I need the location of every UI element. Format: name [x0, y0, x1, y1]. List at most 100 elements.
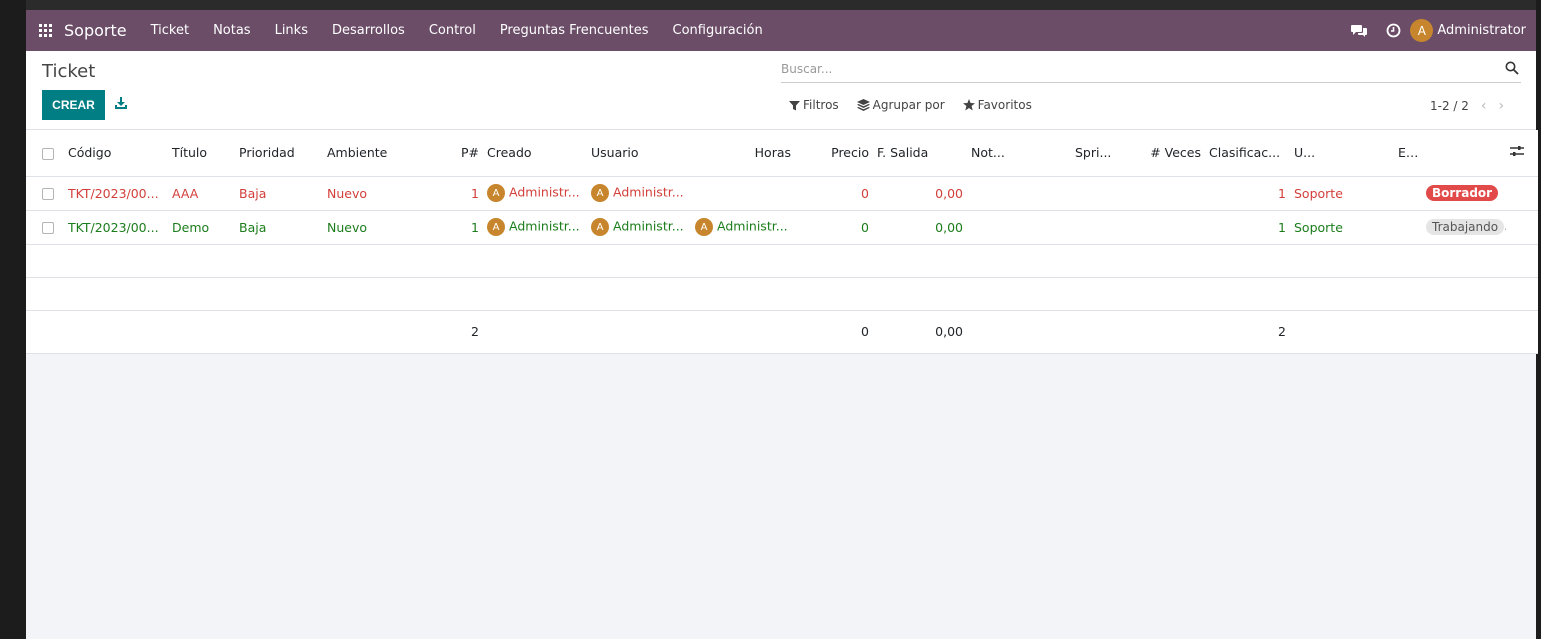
apps-menu-icon[interactable] — [26, 10, 64, 51]
search-box — [781, 57, 1521, 83]
cell-usuario: A Administr... — [587, 176, 691, 211]
cell-precio: 0,00 — [873, 210, 967, 245]
menu-control[interactable]: Control — [417, 10, 488, 51]
filter-icon — [789, 100, 800, 110]
cell-p: 1 — [403, 210, 483, 245]
cell-salida — [967, 176, 1071, 211]
menu-ticket[interactable]: Ticket — [139, 10, 201, 51]
select-all-checkbox[interactable] — [42, 147, 54, 160]
cell-estado: Trabajando — [1422, 210, 1506, 245]
cell-estado: Borrador — [1422, 176, 1506, 211]
menu-preguntas-frecuentes[interactable]: Preguntas Frencuentes — [488, 10, 661, 51]
search-icon[interactable] — [1505, 61, 1521, 77]
total-veces: 2 — [1205, 310, 1290, 354]
cell-sprint — [1138, 176, 1205, 211]
table-header-row: Código Título Prioridad Ambiente P# Crea… — [26, 130, 1538, 177]
breadcrumb: Ticket — [42, 61, 96, 82]
creado-name: Administr... — [509, 218, 580, 234]
usuario-name: Administr... — [613, 218, 684, 234]
user-menu[interactable]: A Administrator — [1410, 19, 1536, 42]
empty-row — [26, 244, 1538, 278]
ticket-table: Código Título Prioridad Ambiente P# Crea… — [26, 130, 1538, 354]
cell-creado: A Administr... — [483, 176, 587, 211]
col-veces[interactable]: # Veces — [1138, 130, 1205, 177]
col-prioridad[interactable]: Prioridad — [235, 130, 323, 177]
cell-horas: 0 — [795, 210, 873, 245]
control-panel: Ticket CREAR Filtros Agrupar por Favorit… — [26, 51, 1536, 130]
cell-precio: 0,00 — [873, 176, 967, 211]
col-codigo[interactable]: Código — [64, 130, 168, 177]
status-badge: Trabajando — [1426, 219, 1505, 235]
pager: 1-2 / 2 ‹ › — [1430, 98, 1504, 114]
table-row[interactable]: TKT/2023/00... AAA Baja Nuevo 1 A Administr...… — [26, 176, 1538, 211]
window-top-bar — [0, 0, 1541, 10]
row-checkbox[interactable] — [42, 222, 54, 234]
col-salida[interactable]: F. Salida — [873, 130, 967, 177]
total-p: 2 — [403, 310, 483, 354]
col-p[interactable]: P# — [403, 130, 483, 177]
search-options: Filtros Agrupar por Favoritos — [789, 98, 1050, 112]
avatar: A — [591, 218, 609, 236]
messages-icon[interactable] — [1342, 10, 1376, 51]
col-ambiente[interactable]: Ambiente — [323, 130, 403, 177]
cell-titulo: Demo — [168, 210, 235, 245]
pager-previous-icon[interactable]: ‹ — [1481, 98, 1487, 114]
table-row[interactable]: TKT/2023/00... Demo Baja Nuevo 1 A Administr..… — [26, 210, 1538, 245]
col-horas[interactable]: Horas — [691, 130, 795, 177]
list-view: Código Título Prioridad Ambiente P# Crea… — [26, 130, 1538, 639]
cell-prioridad: Baja — [235, 176, 323, 211]
group-by-button[interactable]: Agrupar por — [856, 98, 945, 112]
filters-button[interactable]: Filtros — [789, 98, 839, 112]
search-input[interactable] — [781, 57, 1481, 81]
cell-asignado — [691, 176, 795, 211]
menu-links[interactable]: Links — [263, 10, 320, 51]
row-checkbox[interactable] — [42, 188, 54, 200]
download-icon[interactable] — [114, 96, 128, 112]
cell-u — [1394, 210, 1422, 245]
col-u[interactable]: U... — [1290, 130, 1394, 177]
avatar: A — [695, 218, 713, 236]
app-brand[interactable]: Soporte — [64, 21, 127, 40]
col-usuario[interactable]: Usuario — [587, 130, 691, 177]
col-titulo[interactable]: Título — [168, 130, 235, 177]
cell-usuario: A Administr... — [587, 210, 691, 245]
sliders-icon — [1510, 146, 1524, 157]
create-button[interactable]: CREAR — [42, 90, 105, 120]
cell-creado: A Administr... — [483, 210, 587, 245]
navbar-systray: A Administrator — [1342, 10, 1536, 51]
optional-columns-toggle[interactable] — [1506, 130, 1538, 177]
cell-asignado: A Administr... — [691, 210, 795, 245]
cell-notas — [1071, 210, 1138, 245]
group-by-label: Agrupar por — [872, 98, 945, 112]
window-left-edge — [0, 0, 26, 639]
star-icon — [962, 99, 975, 111]
totals-row: 2 0 0,00 2 — [26, 310, 1538, 354]
avatar: A — [487, 184, 505, 202]
col-estado[interactable]: Estado — [1394, 130, 1422, 177]
col-notas[interactable]: Not... — [967, 130, 1071, 177]
cell-u — [1394, 176, 1422, 211]
pager-next-icon[interactable]: › — [1499, 98, 1505, 114]
col-sprint[interactable]: Spri... — [1071, 130, 1138, 177]
col-creado[interactable]: Creado — [483, 130, 587, 177]
filters-label: Filtros — [803, 98, 839, 112]
menu-desarrollos[interactable]: Desarrollos — [320, 10, 417, 51]
favorites-label: Favoritos — [977, 98, 1032, 112]
favorites-button[interactable]: Favoritos — [962, 98, 1032, 112]
col-precio[interactable]: Precio — [795, 130, 873, 177]
menu-notas[interactable]: Notas — [201, 10, 263, 51]
cell-codigo: TKT/2023/00... — [64, 210, 168, 245]
asignado-name: Administr... — [717, 218, 788, 234]
layers-icon — [856, 99, 870, 111]
cell-veces: 1 — [1205, 176, 1290, 211]
cell-codigo: TKT/2023/00... — [64, 176, 168, 211]
empty-row — [26, 277, 1538, 311]
status-badge: Borrador — [1426, 185, 1499, 201]
menu-configuracion[interactable]: Configuración — [661, 10, 775, 51]
cell-notas — [1071, 176, 1138, 211]
col-clasificacion[interactable]: Clasificac... — [1205, 130, 1290, 177]
activity-clock-icon[interactable] — [1376, 10, 1410, 51]
usuario-name: Administr... — [613, 184, 684, 200]
pager-value[interactable]: 1-2 / 2 — [1430, 99, 1469, 113]
avatar: A — [591, 184, 609, 202]
